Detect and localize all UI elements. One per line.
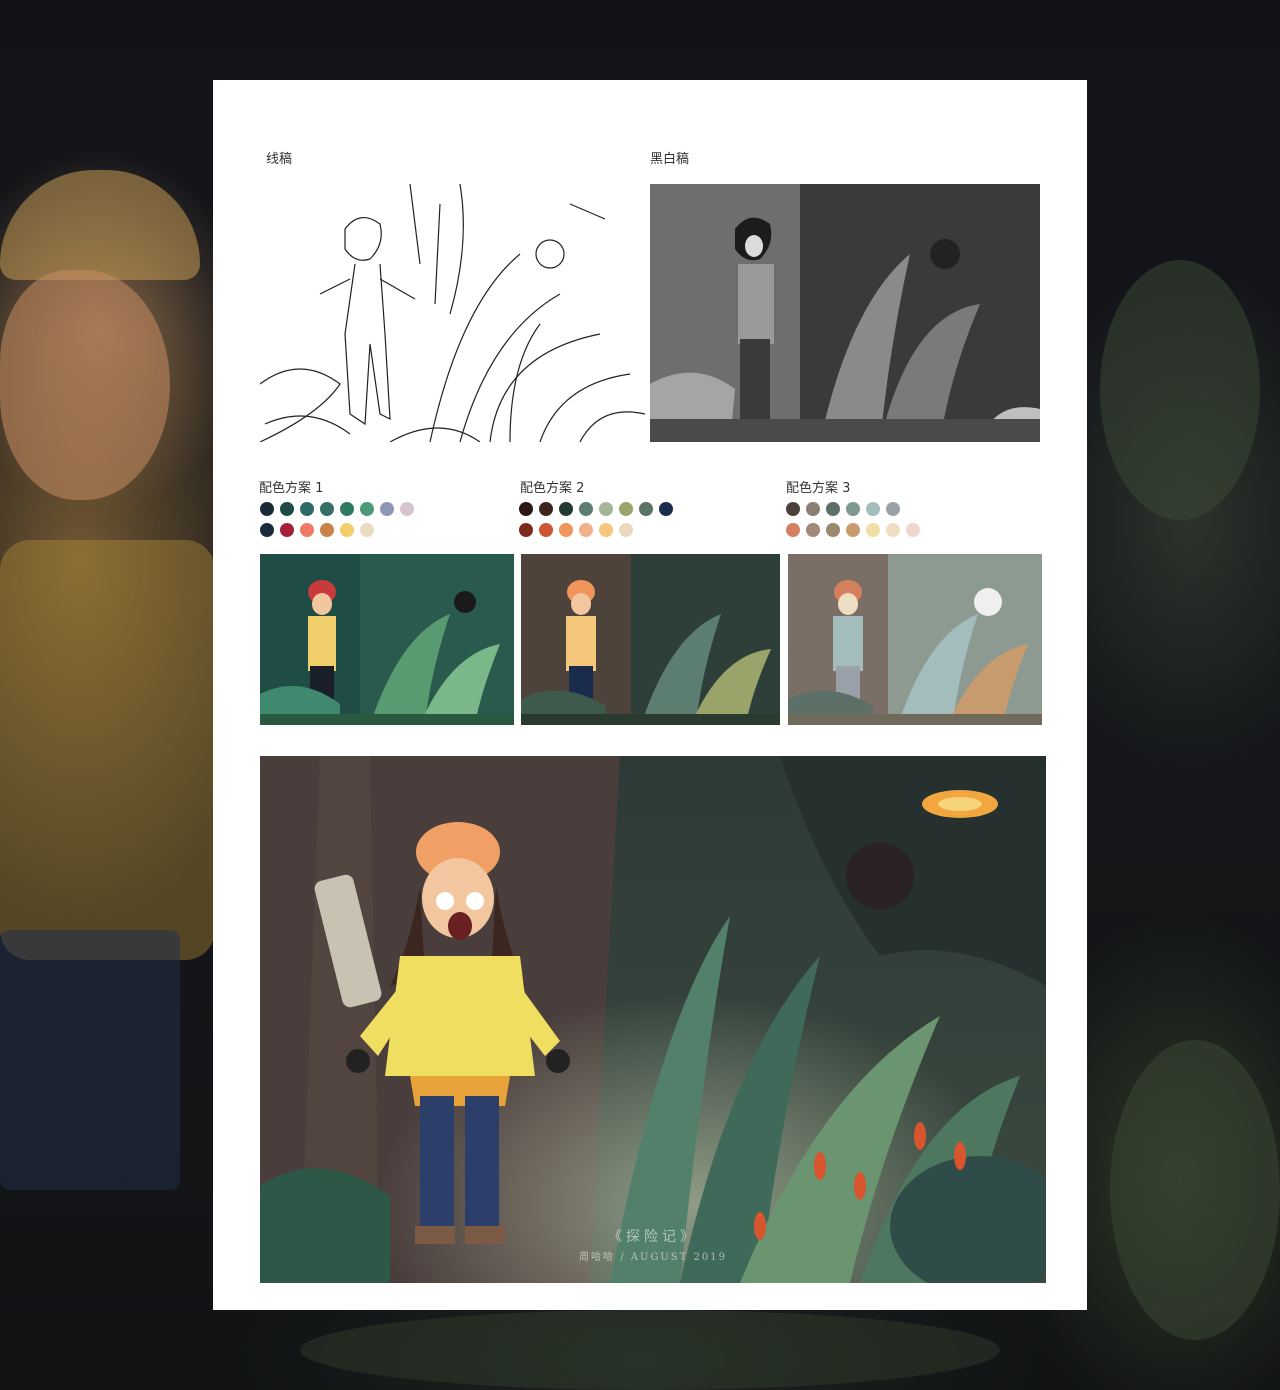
color-swatch [866,502,880,516]
color-swatch [579,502,593,516]
color-swatch [846,523,860,537]
color-swatch [539,523,553,537]
color-swatch [559,502,573,516]
color-swatch [340,502,354,516]
color-swatch [320,523,334,537]
background-face [0,270,170,500]
color-swatch [599,502,613,516]
color-swatch [826,502,840,516]
scheme-3-thumbnail [788,554,1042,725]
color-swatch [806,523,820,537]
color-swatch [786,502,800,516]
color-swatch [400,502,414,516]
color-swatch [579,523,593,537]
swatch-row [519,502,673,516]
background-foliage [1110,1040,1280,1340]
color-swatch [519,523,533,537]
background-jacket [0,540,215,960]
color-swatch [519,502,533,516]
scheme-2-label: 配色方案 2 [520,481,585,496]
color-swatch [619,523,633,537]
color-swatch [846,502,860,516]
swatch-row [260,502,414,516]
color-swatch [260,502,274,516]
color-swatch [639,502,653,516]
color-swatch [280,502,294,516]
color-swatch [539,502,553,516]
color-swatch [659,502,673,516]
lineart-label: 线稿 [266,152,293,167]
color-swatch [866,523,880,537]
color-swatch [360,523,374,537]
color-swatch [260,523,274,537]
grayscale-image [650,184,1040,442]
grayscale-label: 黑白稿 [650,152,690,167]
color-swatch [280,523,294,537]
showcase-card: 线稿 黑白稿 配色方案 1 配色方案 2 配色方案 3 《探险记》 周哈哈 / … [213,80,1087,1310]
scheme-3-label: 配色方案 3 [786,481,851,496]
color-swatch [906,523,920,537]
color-swatch [786,523,800,537]
scheme-1-label: 配色方案 1 [259,481,324,496]
illustration-title: 《探险记》 [608,1229,698,1245]
color-swatch [360,502,374,516]
color-swatch [619,502,633,516]
background-cap [0,170,200,280]
color-swatch [320,502,334,516]
scheme-1-thumbnail [260,554,514,725]
color-swatch [300,502,314,516]
color-swatch [886,523,900,537]
scheme-2-palette [519,502,673,537]
background-foliage [300,1310,1000,1390]
scheme-1-palette [260,502,414,537]
final-illustration: 《探险记》 周哈哈 / AUGUST 2019 [260,756,1046,1283]
color-swatch [599,523,613,537]
lineart-image [260,184,645,442]
background-foliage [1100,260,1260,520]
background-pants [0,930,180,1190]
color-swatch [886,502,900,516]
color-swatch [559,523,573,537]
color-swatch [380,502,394,516]
color-swatch [826,523,840,537]
swatch-row [786,502,920,516]
scheme-3-palette [786,502,920,537]
swatch-row [786,523,920,537]
color-swatch [340,523,354,537]
color-swatch [300,523,314,537]
illustration-credit: 周哈哈 / AUGUST 2019 [579,1252,727,1263]
scheme-2-thumbnail [521,554,780,725]
color-swatch [806,502,820,516]
swatch-row [519,523,673,537]
swatch-row [260,523,414,537]
